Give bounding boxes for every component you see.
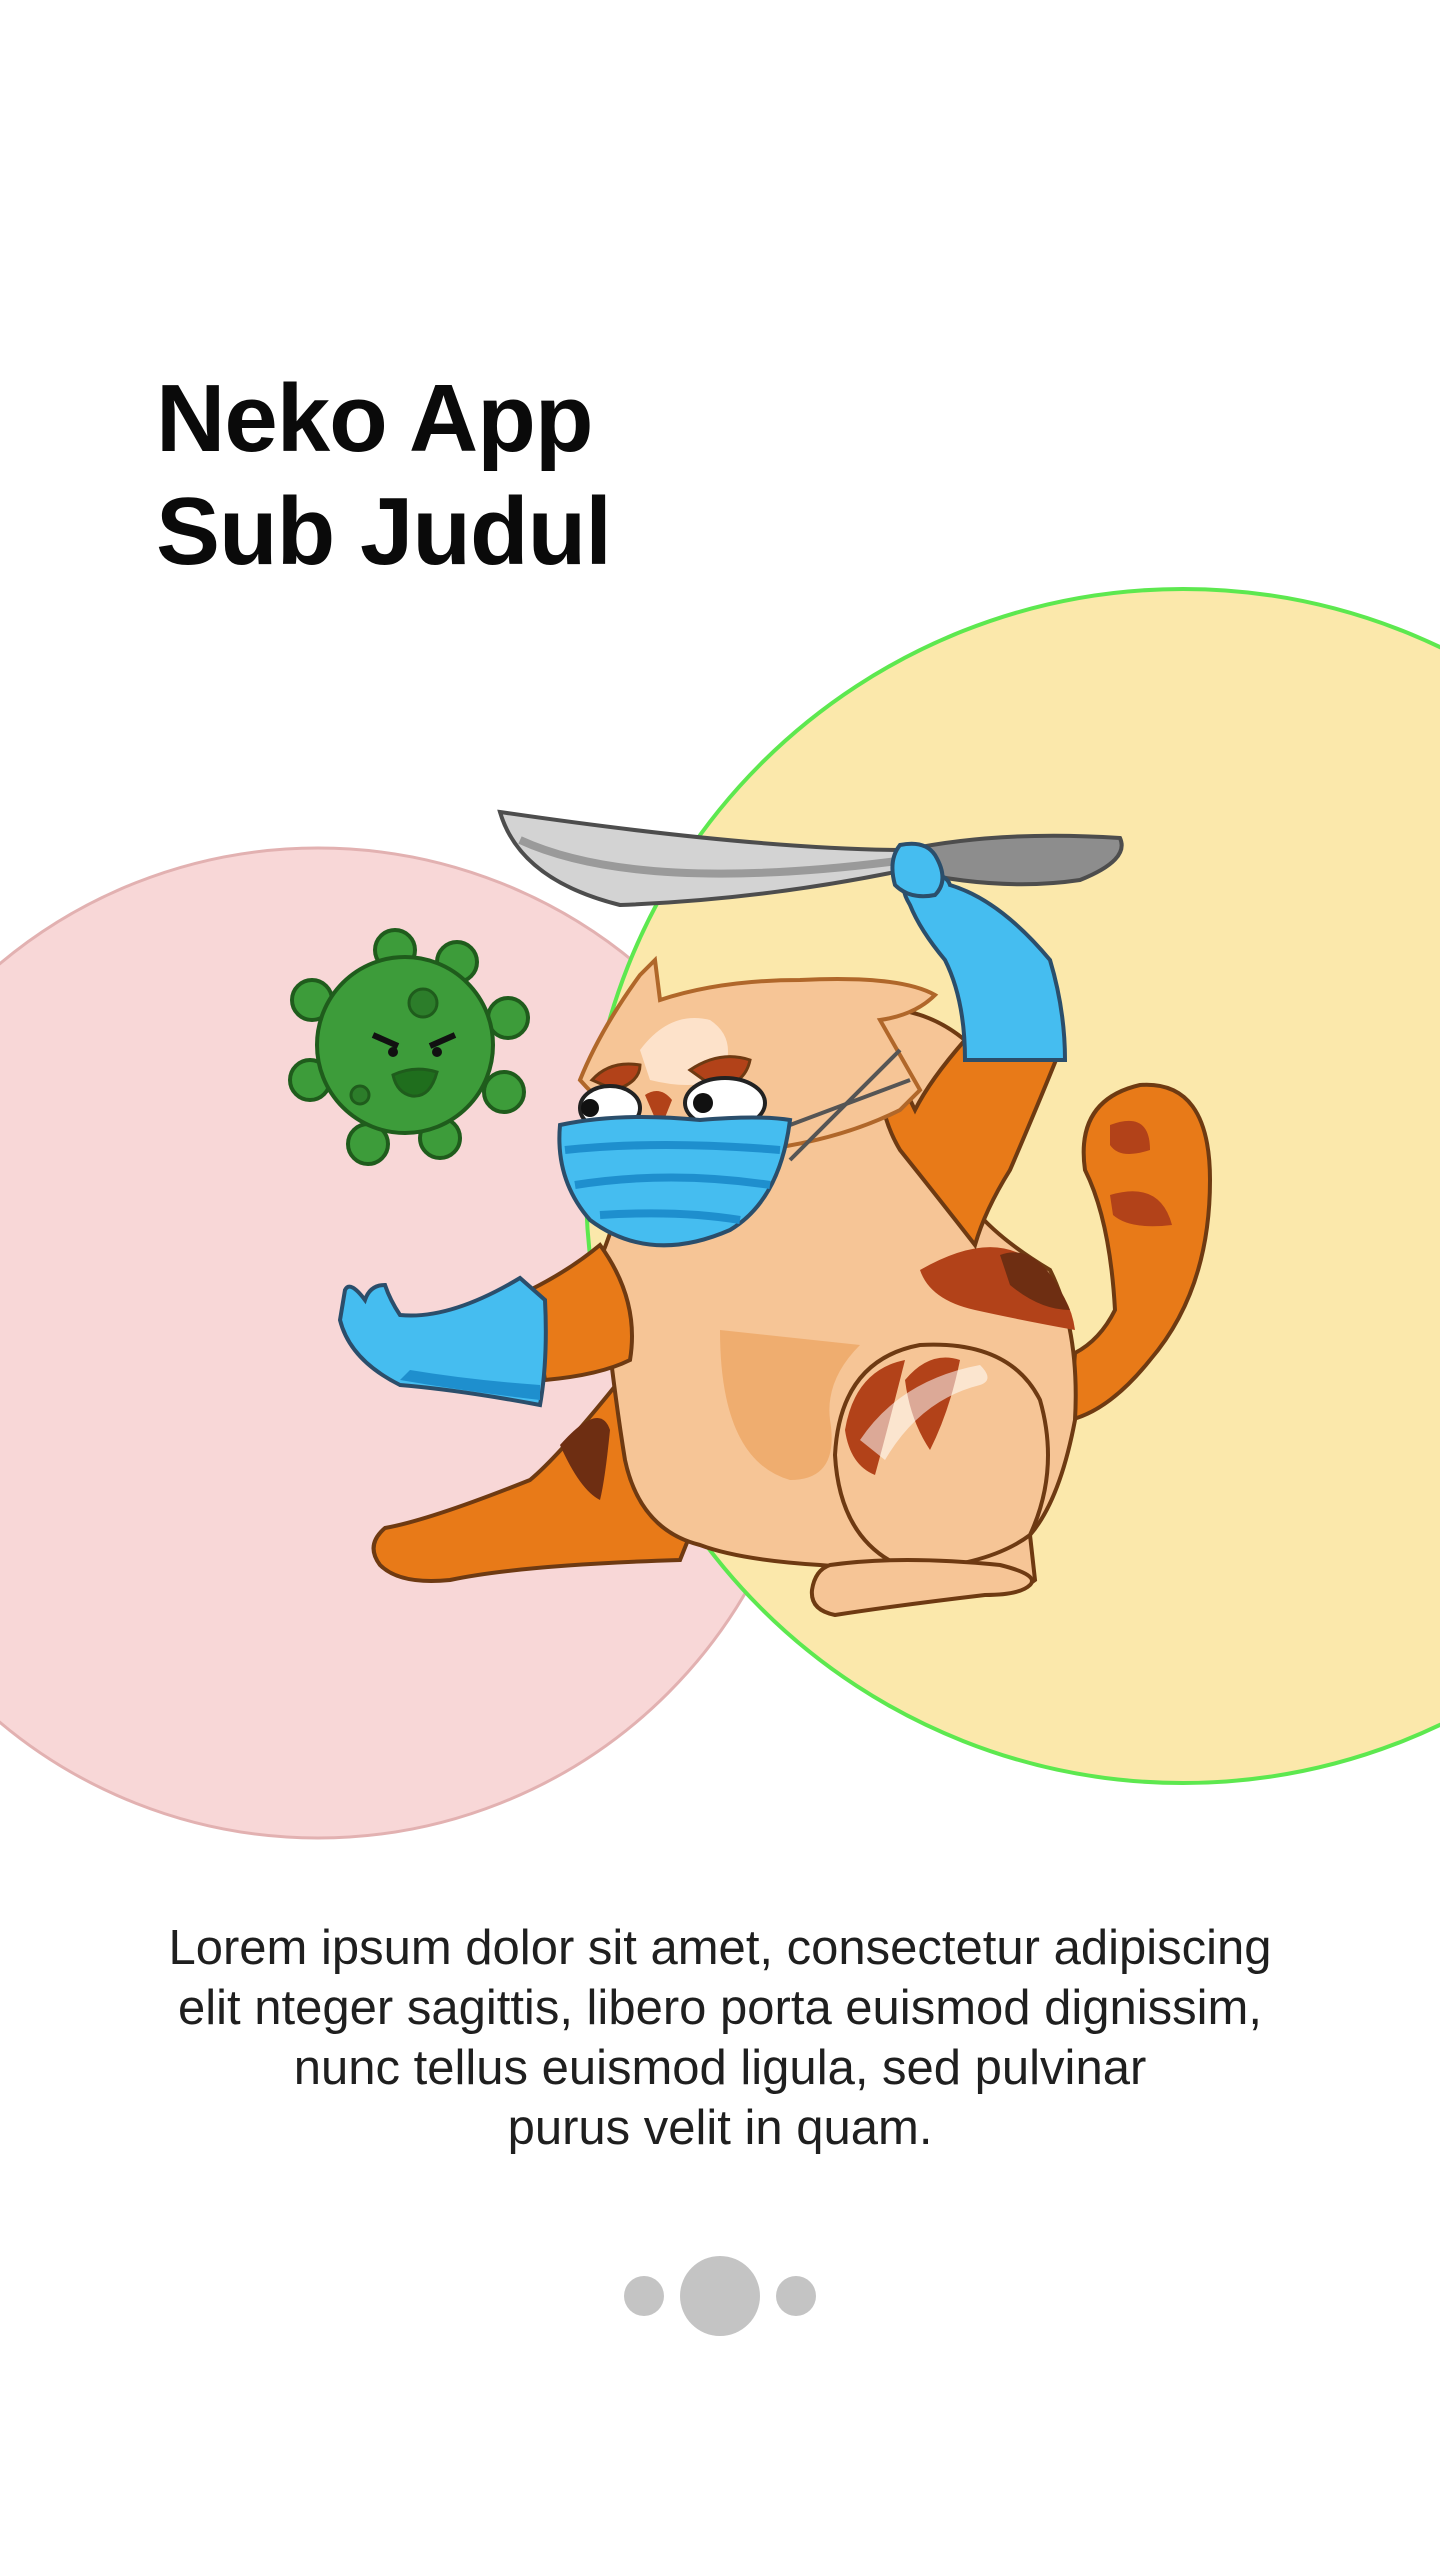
page-title: Neko App Sub Judul [156,362,612,588]
page-dot-3[interactable] [776,2276,816,2316]
description-text: Lorem ipsum dolor sit amet, consectetur … [100,1918,1340,2158]
onboarding-illustration [0,587,1440,1840]
description-line-1: Lorem ipsum dolor sit amet, consectetur … [168,1921,1272,1975]
app-title: Neko App [156,365,593,472]
description-line-4: purus velit in quam. [507,2101,933,2155]
description-line-3: nunc tellus euismod ligula, sed pulvinar [293,2041,1147,2095]
pagination-indicator [0,2256,1440,2336]
page-dot-1[interactable] [624,2276,664,2316]
page-dot-2-active[interactable] [680,2256,760,2336]
description-line-2: elit nteger sagittis, libero porta euism… [178,1981,1262,2035]
